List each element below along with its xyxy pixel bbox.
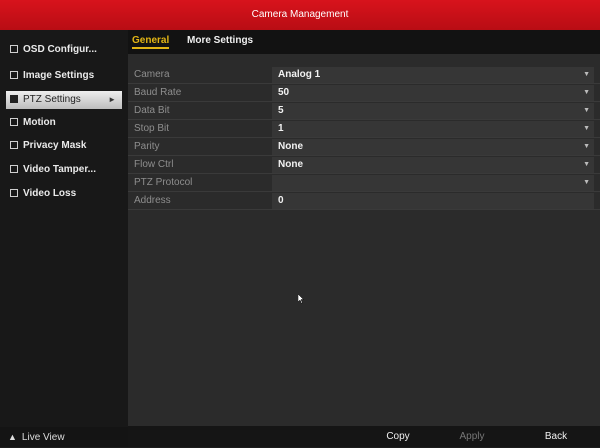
ptz-icon [10,95,18,103]
video-loss-icon [10,189,18,197]
chevron-down-icon: ▼ [583,89,590,96]
tab-more-settings[interactable]: More Settings [187,35,253,46]
apply-button[interactable]: Apply [442,428,502,445]
bottom-bar: Copy Apply Back [128,426,600,447]
tab-general[interactable]: General [132,35,170,49]
sidebar-item-video-tampering[interactable]: Video Tamper... [6,161,122,179]
sidebar-item-motion[interactable]: Motion [6,114,122,132]
setting-label: Baud Rate [134,87,182,98]
sidebar-item-label: Image Settings [23,70,95,81]
chevron-down-icon: ▼ [583,179,590,186]
chevron-down-icon: ▼ [583,125,590,132]
setting-row-flow-ctrl: Flow Ctrl None ▼ [128,156,600,174]
flow-ctrl-select[interactable]: None ▼ [272,157,594,173]
osd-icon [10,45,18,53]
sidebar-item-privacy-mask[interactable]: Privacy Mask [6,137,122,155]
data-bit-select[interactable]: 5 ▼ [272,103,594,119]
sidebar-item-label: Video Loss [23,188,77,199]
mouse-cursor-icon [298,294,304,304]
tab-bar: General More Settings [128,30,600,54]
setting-row-address: Address 0 [128,192,600,210]
setting-row-stop-bit: Stop Bit 1 ▼ [128,120,600,138]
chevron-down-icon: ▼ [583,71,590,78]
sidebar-item-label: OSD Configur... [23,44,97,55]
sidebar-item-image-settings[interactable]: Image Settings [6,67,122,85]
sidebar-item-label: Video Tamper... [23,164,96,175]
setting-row-camera: Camera Analog 1 ▼ [128,66,600,84]
chevron-right-icon: ► [108,95,116,104]
motion-icon [10,118,18,126]
title-bar: Camera Management [0,0,600,30]
sidebar-item-label: PTZ Settings [23,94,81,105]
back-button[interactable]: Back [526,428,586,445]
setting-label: Camera [134,69,170,80]
setting-value: 1 [278,123,284,134]
setting-label: Address [134,195,171,206]
sidebar-item-video-loss[interactable]: Video Loss [6,185,122,203]
setting-value: None [278,141,303,152]
setting-value: 0 [278,195,284,206]
parity-select[interactable]: None ▼ [272,139,594,155]
address-input[interactable]: 0 [272,193,594,209]
privacy-mask-icon [10,141,18,149]
setting-row-parity: Parity None ▼ [128,138,600,156]
setting-value: 5 [278,105,284,116]
sidebar-item-label: Motion [23,117,56,128]
setting-value: 50 [278,87,290,98]
setting-label: Stop Bit [134,123,170,134]
live-view-label: Live View [21,432,65,443]
setting-row-ptz-protocol: PTZ Protocol ▼ [128,174,600,192]
sidebar-item-label: Privacy Mask [23,140,87,151]
setting-row-data-bit: Data Bit 5 ▼ [128,102,600,120]
ptz-protocol-select[interactable]: ▼ [272,175,594,191]
window-title: Camera Management [251,9,349,20]
sidebar-item-ptz-settings[interactable]: PTZ Settings ► [6,91,122,109]
home-icon: ▲ [8,432,17,442]
baud-rate-select[interactable]: 50 ▼ [272,85,594,101]
video-tamper-icon [10,165,18,173]
chevron-down-icon: ▼ [583,161,590,168]
camera-select[interactable]: Analog 1 ▼ [272,67,594,83]
sidebar-item-osd-configuration[interactable]: OSD Configur... [6,41,122,59]
setting-label: Parity [134,141,160,152]
setting-value: Analog 1 [278,69,321,80]
chevron-down-icon: ▼ [583,107,590,114]
copy-button[interactable]: Copy [368,428,428,445]
setting-value: None [278,159,303,170]
settings-panel: General More Settings Camera Analog 1 ▼ … [128,30,600,447]
setting-label: Flow Ctrl [134,159,174,170]
setting-label: PTZ Protocol [134,177,193,188]
sidebar: OSD Configur... Image Settings PTZ Setti… [0,30,128,447]
setting-label: Data Bit [134,105,170,116]
chevron-down-icon: ▼ [583,143,590,150]
live-view-button[interactable]: ▲ Live View [0,427,128,447]
setting-row-baud-rate: Baud Rate 50 ▼ [128,84,600,102]
stop-bit-select[interactable]: 1 ▼ [272,121,594,137]
image-icon [10,71,18,79]
